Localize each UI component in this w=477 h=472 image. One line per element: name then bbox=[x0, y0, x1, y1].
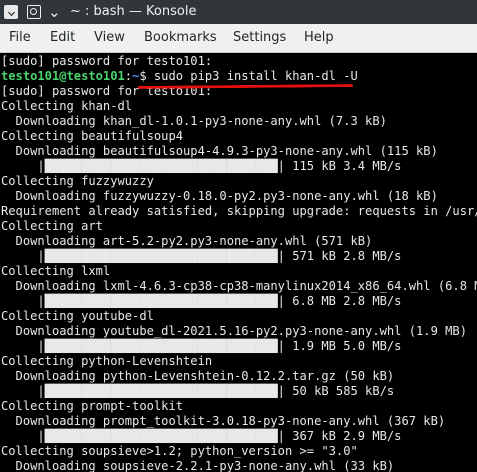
terminal-line: Requirement already satisfied, skipping … bbox=[1, 204, 477, 218]
terminal-line: |████████████████████████████████| 6.8 M… bbox=[1, 294, 402, 308]
terminal-line: Collecting prompt-toolkit bbox=[1, 399, 184, 413]
terminal-line: Collecting python-Levenshtein bbox=[1, 354, 213, 368]
keep-above-icon[interactable] bbox=[27, 5, 41, 19]
terminal-line: |████████████████████████████████| 1.9 M… bbox=[1, 339, 402, 353]
terminal-line: Collecting art bbox=[1, 219, 103, 233]
terminal-line: [sudo] password for testo101: bbox=[1, 54, 213, 68]
menu-help[interactable]: Help bbox=[304, 24, 334, 52]
prompt-separator: : bbox=[124, 69, 133, 83]
window-title: ~ : bash — Konsole bbox=[70, 4, 197, 19]
terminal-line: Downloading prompt_toolkit-3.0.18-py3-no… bbox=[1, 414, 446, 428]
terminal-line: Collecting fuzzywuzzy bbox=[1, 174, 154, 188]
terminal-line: Downloading fuzzywuzzy-0.18.0-py2.py3-no… bbox=[1, 189, 438, 203]
terminal-line: Collecting lxml bbox=[1, 264, 111, 278]
terminal-line: |████████████████████████████████| 571 k… bbox=[1, 249, 402, 263]
terminal-line: Collecting khan-dl bbox=[1, 99, 133, 113]
menu-settings[interactable]: Settings bbox=[233, 24, 286, 52]
title-bar[interactable]: ⌄ ~ : bash — Konsole bbox=[0, 0, 477, 24]
terminal-line: |████████████████████████████████| 50 kB… bbox=[1, 384, 395, 398]
terminal-output[interactable]: [sudo] password for testo101: testo101@t… bbox=[0, 53, 477, 472]
terminal-line: Collecting soupsieve>1.2; python_version… bbox=[1, 444, 358, 458]
terminal-line: |████████████████████████████████| 367 k… bbox=[1, 429, 402, 443]
terminal-line: Downloading python-Levenshtein-0.12.2.ta… bbox=[1, 369, 395, 383]
terminal-line: Downloading soupsieve-2.2.1-py3-none-any… bbox=[1, 459, 395, 472]
terminal-line: Downloading art-5.2-py2.py3-none-any.whl… bbox=[1, 234, 373, 248]
terminal-line: Collecting youtube-dl bbox=[1, 309, 154, 323]
menu-bar: File Edit View Bookmarks Settings Help bbox=[0, 24, 477, 53]
terminal-line: |████████████████████████████████| 115 k… bbox=[1, 159, 402, 173]
command-prompt-line: testo101@testo101:~$ sudo pip3 install k… bbox=[1, 69, 358, 84]
red-annotation-underline bbox=[137, 84, 354, 89]
terminal-line: Downloading lxml-4.6.3-cp38-cp38-manylin… bbox=[1, 279, 477, 293]
command-text: sudo pip3 install khan-dl -U bbox=[153, 69, 358, 83]
menu-bookmarks[interactable]: Bookmarks bbox=[144, 24, 217, 52]
konsole-app-icon[interactable] bbox=[4, 5, 18, 19]
menu-view[interactable]: View bbox=[94, 24, 125, 52]
prompt-dollar: $ bbox=[139, 69, 154, 83]
menu-edit[interactable]: Edit bbox=[50, 24, 75, 52]
terminal-line: Downloading youtube_dl-2021.5.16-py2.py3… bbox=[1, 324, 467, 338]
terminal-line: Downloading khan_dl-1.0.1-py3-none-any.w… bbox=[1, 114, 387, 128]
terminal-line: Collecting beautifulsoup4 bbox=[1, 129, 184, 143]
terminal-line: Downloading beautifulsoup4-4.9.3-py3-non… bbox=[1, 144, 438, 158]
prompt-user-host: testo101@testo101 bbox=[1, 69, 125, 83]
chevron-down-icon[interactable]: ⌄ bbox=[48, 2, 61, 22]
konsole-window: ⌄ ~ : bash — Konsole File Edit View Book… bbox=[0, 0, 477, 472]
menu-file[interactable]: File bbox=[9, 24, 31, 52]
